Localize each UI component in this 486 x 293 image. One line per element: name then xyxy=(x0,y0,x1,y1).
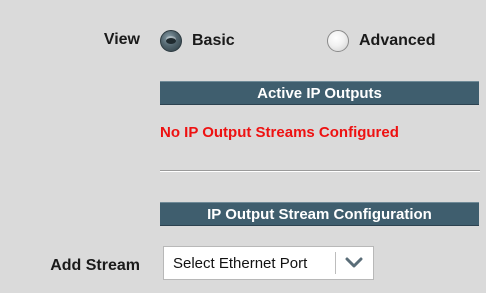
ethernet-port-select[interactable]: Select Ethernet Port xyxy=(163,246,374,280)
no-streams-message: No IP Output Streams Configured xyxy=(160,124,399,141)
view-label: View xyxy=(103,31,140,48)
basic-radio-button[interactable] xyxy=(160,30,182,52)
chevron-down-icon[interactable] xyxy=(343,252,365,274)
ip-output-panel: View Basic Advanced Active IP Outputs No… xyxy=(0,0,486,293)
view-advanced-option[interactable]: Advanced xyxy=(327,28,435,54)
basic-radio-label[interactable]: Basic xyxy=(192,32,235,50)
select-separator xyxy=(335,252,336,274)
advanced-radio-button[interactable] xyxy=(327,30,349,52)
view-basic-option[interactable]: Basic xyxy=(160,28,235,54)
ip-output-config-header: IP Output Stream Configuration xyxy=(160,202,479,226)
advanced-radio-label[interactable]: Advanced xyxy=(359,32,435,50)
active-ip-outputs-header: Active IP Outputs xyxy=(160,81,479,105)
section-divider xyxy=(160,170,480,172)
ethernet-port-select-value[interactable]: Select Ethernet Port xyxy=(164,255,335,272)
add-stream-label: Add Stream xyxy=(50,257,140,274)
